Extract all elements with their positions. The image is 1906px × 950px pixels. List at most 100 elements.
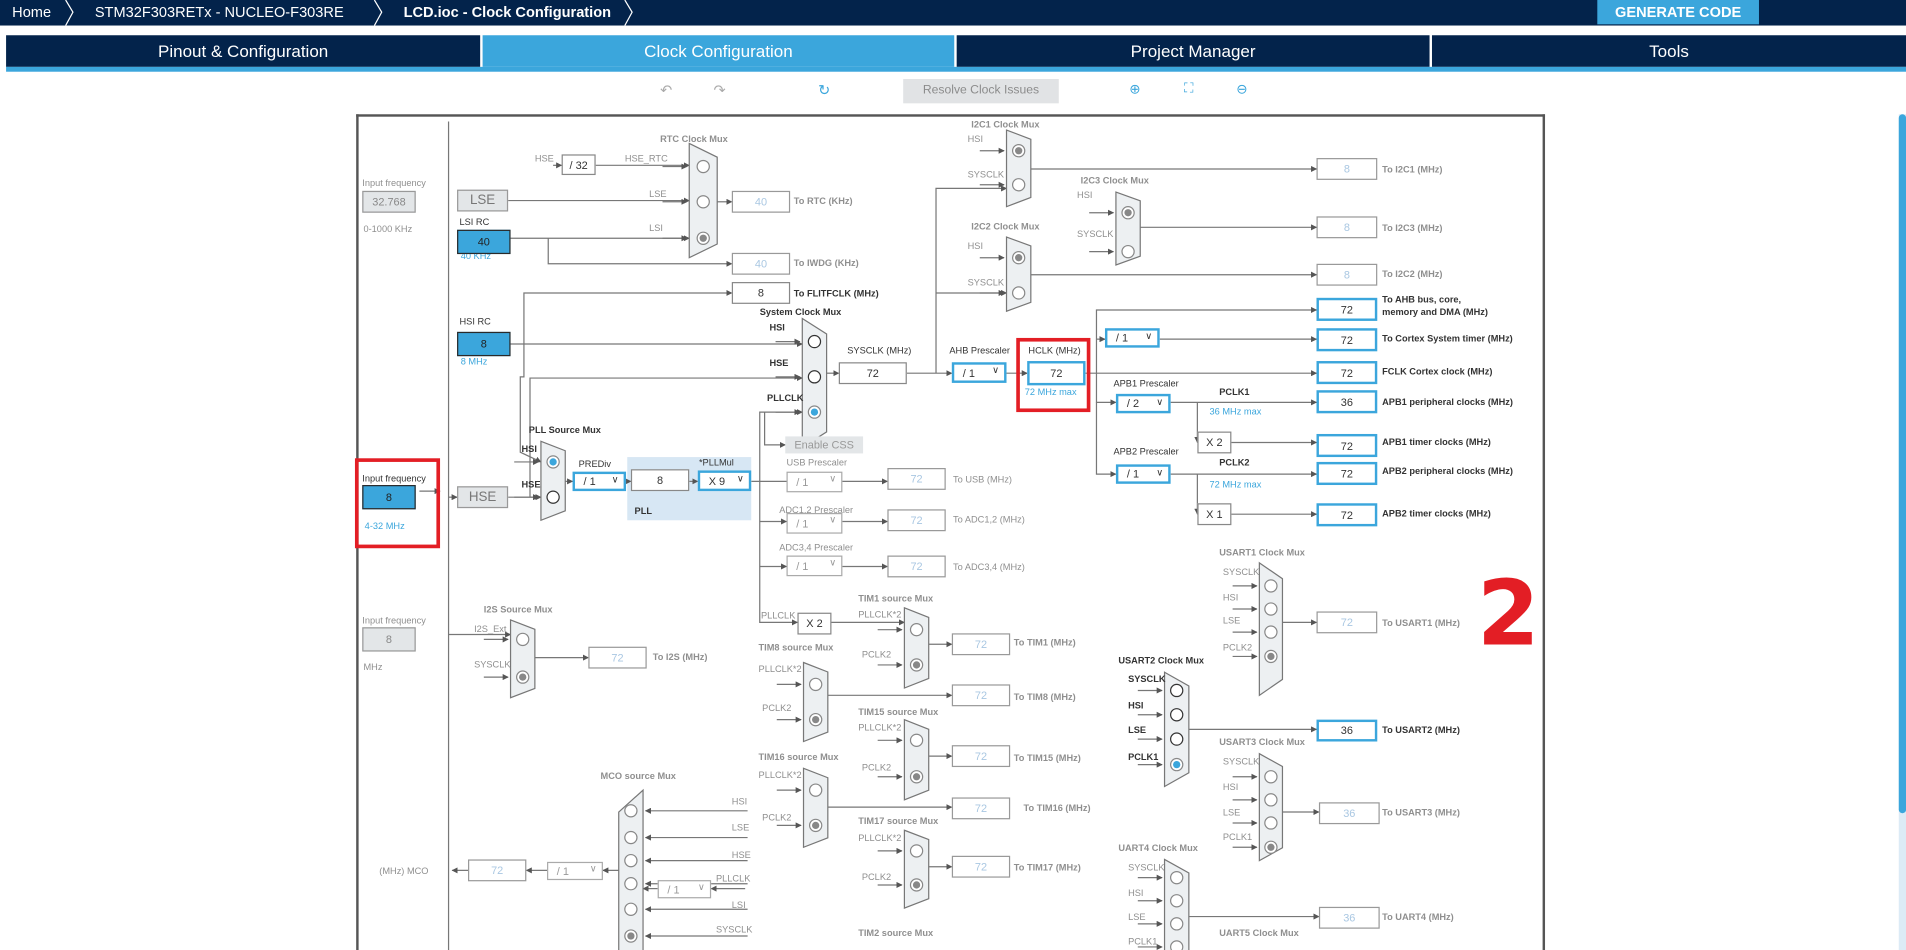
value-lsi[interactable]: 40 xyxy=(457,229,511,255)
select-pllmul[interactable]: X 9 ∨ xyxy=(697,470,752,492)
value-rtc: 40 xyxy=(731,190,791,213)
label-apb1-pre: APB1 Prescaler xyxy=(1113,378,1179,389)
label-to-apb1: APB1 peripheral clocks (MHz) xyxy=(1382,396,1513,408)
value-i2c1: 8 xyxy=(1316,158,1378,180)
label-i2c2-hsi: HSI xyxy=(967,240,984,252)
select-mco-pll[interactable]: / 1 ∨ xyxy=(657,880,712,899)
mux-radio[interactable] xyxy=(546,490,560,504)
tim16-mux xyxy=(802,767,829,849)
mux-radio[interactable] xyxy=(1264,579,1278,593)
select-value: X 9 xyxy=(708,474,726,487)
mux-radio[interactable] xyxy=(624,853,638,868)
select-apb1[interactable]: / 2 ∨ xyxy=(1115,393,1171,414)
label-to-tim15: To TIM15 (MHz) xyxy=(1013,752,1081,764)
label-mco-label: (MHz) MCO xyxy=(379,865,429,877)
label-pll: PLL xyxy=(634,505,652,517)
value-flitf: 8 xyxy=(731,282,791,304)
mux-radio-selected-dot xyxy=(1015,254,1023,262)
mux-radio[interactable] xyxy=(1264,602,1278,616)
label-u4-lse: LSE xyxy=(1128,911,1146,923)
mux-radio[interactable] xyxy=(516,632,530,647)
value-iwdg: 40 xyxy=(731,252,791,275)
label-u1-pclk: PCLK2 xyxy=(1222,641,1253,653)
label-sys-hsi: HSI xyxy=(769,322,785,334)
label-i2s-in-title: Input frequency xyxy=(362,615,426,627)
select-value: / 2 xyxy=(1126,397,1140,410)
mux-radio[interactable] xyxy=(909,622,924,637)
value-usb: 72 xyxy=(887,468,946,490)
mux-radio[interactable] xyxy=(1011,178,1026,192)
chevron-down-icon: ∨ xyxy=(611,474,619,486)
label-to-usart3: To USART3 (MHz) xyxy=(1382,807,1460,819)
select-adc34[interactable]: / 1 ∨ xyxy=(786,555,843,577)
label-u2-hsi: HSI xyxy=(1128,700,1144,712)
tim15-mux xyxy=(903,718,930,801)
mux-radio[interactable] xyxy=(807,370,822,384)
label-to-uart4: To UART4 (MHz) xyxy=(1382,911,1454,923)
mux-radio[interactable] xyxy=(624,902,638,916)
chevron-down-icon: ∨ xyxy=(829,514,837,526)
mux-radio[interactable] xyxy=(1121,244,1135,259)
mux-radio[interactable] xyxy=(1170,683,1184,698)
mux-radio[interactable] xyxy=(696,159,710,174)
value-adc12: 72 xyxy=(887,509,946,532)
mux-radio[interactable] xyxy=(624,877,638,891)
value-tim-x2: X 2 xyxy=(797,612,832,635)
value-pll-m[interactable]: 8 xyxy=(630,469,690,492)
label-tim15-b: PCLK2 xyxy=(861,762,892,774)
mux-radio[interactable] xyxy=(1170,708,1184,722)
select-prediv[interactable]: / 1 ∨ xyxy=(572,471,627,492)
mux-radio[interactable] xyxy=(1264,625,1278,639)
label-to-tim1: To TIM1 (MHz) xyxy=(1013,636,1076,648)
mux-shape xyxy=(802,767,829,849)
label-i2c3-hsi: HSI xyxy=(1077,189,1093,201)
wire xyxy=(1095,402,1117,478)
select-usb[interactable]: / 1 ∨ xyxy=(786,471,843,493)
value-tim15: 72 xyxy=(951,745,1011,768)
enable-css-button[interactable]: Enable CSS xyxy=(785,436,864,454)
label-pclk1-max: 36 MHz max xyxy=(1209,406,1262,417)
mux-radio[interactable] xyxy=(1011,286,1026,300)
value-tim8: 72 xyxy=(951,684,1011,707)
label-u3-sys: SYSCLK xyxy=(1222,756,1260,768)
value-cortex: 72 xyxy=(1316,328,1378,352)
scrollbar-thumb[interactable] xyxy=(1898,114,1906,814)
label-mco-hse: HSE xyxy=(731,849,751,861)
mux-radio[interactable] xyxy=(807,334,822,349)
mux-radio[interactable] xyxy=(1170,917,1184,931)
value-apb1: 36 xyxy=(1316,390,1378,414)
mux-radio[interactable] xyxy=(696,195,710,209)
mux-radio-selected-dot xyxy=(549,458,557,466)
mux-radio[interactable] xyxy=(909,733,924,747)
mux-radio[interactable] xyxy=(1170,894,1184,908)
select-value: / 1 xyxy=(796,475,809,489)
label-to-i2c2: To I2C2 (MHz) xyxy=(1382,268,1443,280)
mux-radio[interactable] xyxy=(909,844,924,858)
label-i2c3-mux: I2C3 Clock Mux xyxy=(1080,175,1149,186)
label-to-tim8: To TIM8 (MHz) xyxy=(1013,691,1076,703)
select-apb2[interactable]: / 1 ∨ xyxy=(1115,464,1171,484)
mux-radio[interactable] xyxy=(808,783,823,797)
mux-radio[interactable] xyxy=(808,677,823,692)
label-sys-mux: System Clock Mux xyxy=(759,306,842,318)
label-to-apb1t: APB1 timer clocks (MHz) xyxy=(1382,436,1491,448)
mux-radio[interactable] xyxy=(1170,732,1184,746)
mux-radio[interactable] xyxy=(1264,793,1278,807)
select-ahb[interactable]: / 1 ∨ xyxy=(951,362,1007,383)
mux-radio[interactable] xyxy=(624,804,638,818)
value-ahb: 72 xyxy=(1316,297,1378,321)
mux-radio[interactable] xyxy=(1264,770,1278,784)
mux-radio[interactable] xyxy=(1170,870,1184,885)
label-i2c2-mux: I2C2 Clock Mux xyxy=(971,221,1040,233)
value-apb2-x: X 1 xyxy=(1197,503,1232,526)
chevron-down-icon: ∨ xyxy=(589,863,597,875)
mux-radio[interactable] xyxy=(624,830,638,845)
label-tim16-mux: TIM16 source Mux xyxy=(758,751,839,763)
value-hsi[interactable]: 8 xyxy=(457,331,511,357)
select-mco[interactable]: / 1 ∨ xyxy=(547,861,603,881)
select-cortex[interactable]: / 1 ∨ xyxy=(1104,328,1160,348)
mux-radio[interactable] xyxy=(1264,816,1278,830)
label-usart3-mux: USART3 Clock Mux xyxy=(1219,736,1305,748)
mux-radio[interactable] xyxy=(1170,940,1184,950)
select-adc12[interactable]: / 1 ∨ xyxy=(786,512,843,534)
